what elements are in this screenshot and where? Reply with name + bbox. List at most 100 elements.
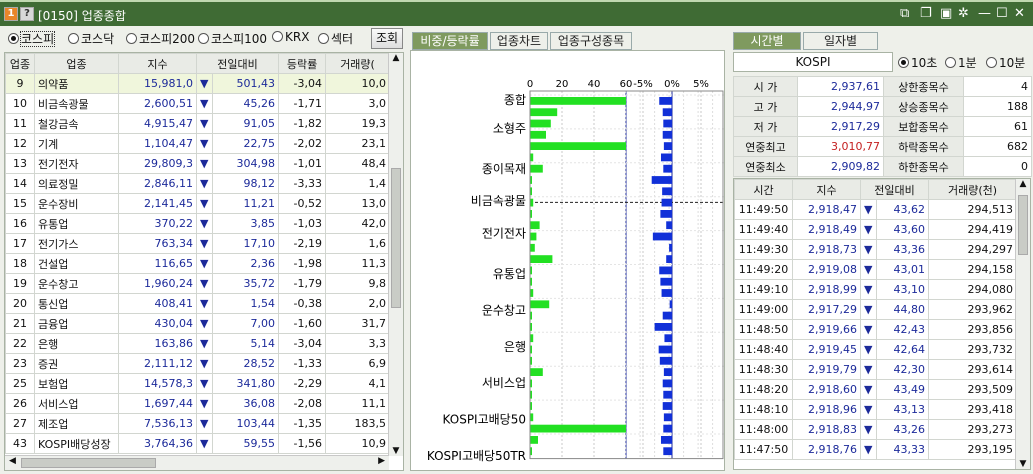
summary-value: 3,010,77 bbox=[797, 136, 884, 157]
gear-icon[interactable]: ✲ bbox=[958, 6, 969, 22]
row-change: 45,26 bbox=[211, 93, 280, 114]
table-row[interactable]: 11:49:00 2,917,29 ▼ 44,80 293,962 bbox=[734, 299, 1018, 320]
table-row[interactable]: 11:49:20 2,919,08 ▼ 43,01 294,158 bbox=[734, 259, 1018, 280]
right-tab-0[interactable]: 시간별 bbox=[733, 32, 801, 50]
table-row[interactable]: 10 비금속광물 2,600,51 ▼ 45,26 -1,71 3,0 bbox=[5, 93, 391, 114]
table-row[interactable]: 11:48:30 2,919,79 ▼ 42,30 293,614 bbox=[734, 359, 1018, 380]
table-row[interactable]: 9 의약품 15,981,0 ▼ 501,43 -3,04 10,0 bbox=[5, 73, 391, 94]
row-rate: -2,29 bbox=[278, 373, 327, 394]
market-radio-0[interactable]: 코스피 bbox=[8, 30, 56, 47]
radio-icon[interactable] bbox=[126, 33, 137, 44]
table-row[interactable]: 12 기계 1,104,47 ▼ 22,75 -2,02 23,1 bbox=[5, 133, 391, 154]
time-col-header-change[interactable]: 전일대비 bbox=[859, 179, 930, 200]
col-header-name[interactable]: 업종 bbox=[34, 53, 119, 74]
help-icon[interactable]: ? bbox=[20, 7, 34, 21]
table-row[interactable]: 26 서비스업 1,697,44 ▼ 36,08 -2,08 11,1 bbox=[5, 393, 391, 414]
table-row[interactable]: 11:49:10 2,918,99 ▼ 43,10 294,080 bbox=[734, 279, 1018, 300]
row-name: 통신업 bbox=[34, 293, 119, 314]
table-row[interactable]: 20 통신업 408,41 ▼ 1,54 -0,38 2,0 bbox=[5, 293, 391, 314]
time-vertical-scrollbar[interactable]: ▲ ▼ bbox=[1015, 179, 1030, 469]
time-col-header-time[interactable]: 시간 bbox=[734, 179, 793, 200]
table-row[interactable]: 11:48:40 2,919,45 ▼ 42,64 293,732 bbox=[734, 339, 1018, 360]
table-row[interactable]: 18 건설업 116,65 ▼ 2,36 -1,98 11,3 bbox=[5, 253, 391, 274]
radio-icon[interactable] bbox=[68, 33, 79, 44]
table-row[interactable]: 19 운수창고 1,960,24 ▼ 35,72 -1,79 9,8 bbox=[5, 273, 391, 294]
scroll-down-icon[interactable]: ▼ bbox=[389, 446, 403, 456]
radio-icon[interactable] bbox=[318, 33, 329, 44]
row-volume: 6,9 bbox=[325, 353, 391, 374]
sector-vertical-scrollbar[interactable]: ▲ ▼ bbox=[388, 53, 403, 456]
col-header-rate[interactable]: 등락률 bbox=[278, 53, 327, 74]
query-button[interactable]: 조회 bbox=[371, 28, 403, 49]
table-row[interactable]: 11:49:40 2,918,49 ▼ 43,60 294,419 bbox=[734, 219, 1018, 240]
link-icon[interactable]: ⧉ bbox=[900, 6, 909, 22]
right-tab-1[interactable]: 일자별 bbox=[803, 32, 878, 50]
camera-icon[interactable]: ▣ bbox=[940, 6, 952, 22]
sector-horizontal-scrollbar[interactable]: ◀ ▶ bbox=[5, 455, 389, 470]
scroll-down-icon[interactable]: ▼ bbox=[1016, 459, 1030, 469]
row-volume: 2,0 bbox=[325, 293, 391, 314]
scroll-up-icon[interactable]: ▲ bbox=[1016, 179, 1030, 189]
table-row[interactable]: 22 은행 163,86 ▼ 5,14 -3,04 3,3 bbox=[5, 333, 391, 354]
col-header-change[interactable]: 전일대비 bbox=[195, 53, 280, 74]
table-row[interactable]: 11 철강금속 4,915,47 ▼ 91,05 -1,82 19,3 bbox=[5, 113, 391, 134]
market-radio-3[interactable]: 코스피100 bbox=[198, 30, 267, 47]
table-row[interactable]: 13 전기전자 29,809,3 ▼ 304,98 -1,01 48,4 bbox=[5, 153, 391, 174]
radio-icon[interactable] bbox=[986, 57, 997, 68]
table-row[interactable]: 11:49:50 2,918,47 ▼ 43,62 294,513 bbox=[734, 199, 1018, 220]
table-row[interactable]: 27 제조업 7,536,13 ▼ 103,44 -1,35 183,5 bbox=[5, 413, 391, 434]
scroll-thumb[interactable] bbox=[391, 168, 401, 308]
table-row[interactable]: 25 보험업 14,578,3 ▼ 341,80 -2,29 4,1 bbox=[5, 373, 391, 394]
table-row[interactable]: 17 전기가스 763,34 ▼ 17,10 -2,19 1,6 bbox=[5, 233, 391, 254]
table-row[interactable]: 11:48:00 2,918,83 ▼ 43,26 293,273 bbox=[734, 419, 1018, 440]
market-radio-2[interactable]: 코스피200 bbox=[126, 30, 195, 47]
table-row[interactable]: 11:49:30 2,918,73 ▼ 43,36 294,297 bbox=[734, 239, 1018, 260]
market-radio-5[interactable]: 섹터 bbox=[318, 30, 353, 47]
row-volume: 293,273 bbox=[928, 419, 1018, 440]
maximize-icon[interactable]: ☐ bbox=[996, 6, 1008, 22]
scroll-thumb[interactable] bbox=[1018, 195, 1028, 255]
middle-tab-1[interactable]: 업종차트 bbox=[490, 32, 548, 50]
change-bar bbox=[658, 345, 672, 354]
index-name-field[interactable]: KOSPI bbox=[733, 52, 893, 72]
row-volume: 3,0 bbox=[325, 93, 391, 114]
radio-icon[interactable] bbox=[272, 31, 283, 42]
table-row[interactable]: 15 운수장비 2,141,45 ▼ 11,21 -0,52 13,0 bbox=[5, 193, 391, 214]
table-row[interactable]: 11:48:10 2,918,96 ▼ 43,13 293,418 bbox=[734, 399, 1018, 420]
copy-icon[interactable]: ❐ bbox=[920, 6, 932, 22]
table-row[interactable]: 21 금융업 430,04 ▼ 7,00 -1,60 31,7 bbox=[5, 313, 391, 334]
row-change: 42,43 bbox=[875, 319, 930, 340]
row-code: 22 bbox=[5, 333, 35, 354]
middle-tab-2[interactable]: 업종구성종목 bbox=[550, 32, 632, 50]
scroll-left-icon[interactable]: ◀ bbox=[9, 456, 16, 466]
radio-icon[interactable] bbox=[945, 57, 956, 68]
market-radio-1[interactable]: 코스닥 bbox=[68, 30, 114, 47]
time-col-header-index[interactable]: 지수 bbox=[792, 179, 861, 200]
scroll-up-icon[interactable]: ▲ bbox=[389, 53, 403, 63]
table-row[interactable]: 23 증권 2,111,12 ▼ 28,52 -1,33 6,9 bbox=[5, 353, 391, 374]
interval-radio-0[interactable]: 10초 bbox=[898, 54, 937, 71]
table-row[interactable]: 16 유통업 370,22 ▼ 3,85 -1,03 42,0 bbox=[5, 213, 391, 234]
col-header-index[interactable]: 지수 bbox=[118, 53, 197, 74]
time-col-header-volume[interactable]: 거래량(천) bbox=[928, 179, 1018, 200]
minimize-icon[interactable]: — bbox=[978, 6, 991, 22]
table-row[interactable]: 43 KOSPI배당성장 3,764,36 ▼ 59,55 -1,56 10,9 bbox=[5, 433, 391, 454]
scroll-right-icon[interactable]: ▶ bbox=[378, 456, 385, 466]
col-header-volume[interactable]: 거래량( bbox=[325, 53, 391, 74]
h-scroll-thumb[interactable] bbox=[21, 458, 156, 468]
close-icon[interactable]: ✕ bbox=[1014, 6, 1025, 22]
row-index: 29,809,3 bbox=[118, 153, 197, 174]
table-row[interactable]: 11:48:50 2,919,66 ▼ 42,43 293,856 bbox=[734, 319, 1018, 340]
middle-tab-0[interactable]: 비중/등락률 bbox=[412, 32, 488, 50]
table-row[interactable]: 14 의료정밀 2,846,11 ▼ 98,12 -3,33 1,4 bbox=[5, 173, 391, 194]
radio-icon[interactable] bbox=[8, 33, 19, 44]
interval-radio-2[interactable]: 10분 bbox=[986, 54, 1025, 71]
radio-icon[interactable] bbox=[898, 57, 909, 68]
market-radio-4[interactable]: KRX bbox=[272, 30, 309, 44]
table-row[interactable]: 11:48:20 2,918,60 ▼ 43,49 293,509 bbox=[734, 379, 1018, 400]
col-header-code[interactable]: 업종 bbox=[5, 53, 35, 74]
row-index: 2,600,51 bbox=[118, 93, 197, 114]
table-row[interactable]: 11:47:50 2,918,76 ▼ 43,33 293,195 bbox=[734, 439, 1018, 460]
interval-radio-1[interactable]: 1분 bbox=[945, 54, 977, 71]
radio-icon[interactable] bbox=[198, 33, 209, 44]
